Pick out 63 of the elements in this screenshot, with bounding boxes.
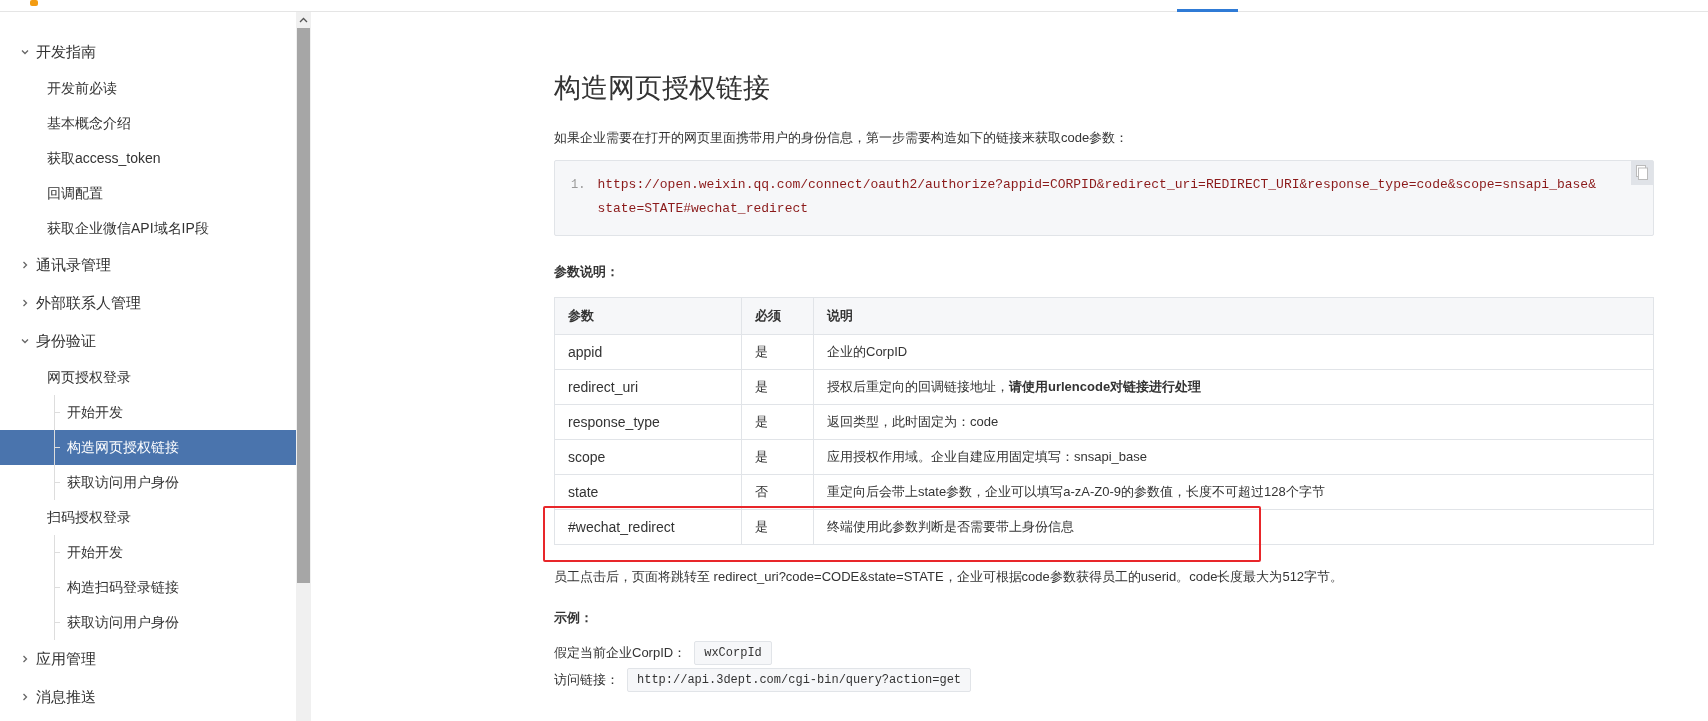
table-cell: 是 (741, 439, 814, 475)
sidebar-group[interactable]: 应用管理 (0, 640, 296, 678)
example-label: 假定当前企业CorpID： (554, 644, 687, 663)
chevron-right-icon (20, 692, 30, 702)
code-text: https://open.weixin.qq.com/connect/oauth2/authorize?appid=CORPID&redirect_uri=REDIRECT_URI&response_type=code&scope=snsapi_base&state=STATE#wechat_redirect (597, 175, 1596, 218)
scrollbar-thumb[interactable] (297, 28, 310, 583)
scrollbar[interactable] (296, 12, 311, 721)
chevron-down-icon (20, 336, 30, 346)
chevron-right-icon (20, 298, 30, 308)
table-cell: 返回类型，此时固定为：code (813, 404, 1654, 440)
table-cell: 是 (741, 509, 814, 545)
column-header: 参数 (554, 297, 742, 335)
table-cell: appid (554, 334, 742, 370)
tab-indicator (1177, 9, 1238, 12)
sidebar-item[interactable]: 基本概念介绍 (0, 106, 296, 141)
copy-button[interactable] (1631, 160, 1653, 185)
sidebar-item[interactable]: 构造扫码登录链接 (0, 570, 296, 605)
section-heading: 参数说明： (554, 262, 620, 281)
sidebar-group[interactable]: 身份验证 (0, 322, 296, 360)
sidebar-item[interactable]: 获取企业微信API域名IP段 (0, 211, 296, 246)
inline-code: http://api.3dept.com/cgi-bin/query?action=get (627, 668, 972, 692)
sidebar-item[interactable]: 构造网页授权链接 (0, 430, 296, 465)
sidebar-item[interactable]: 获取access_token (0, 141, 296, 176)
line-number: 1. (571, 176, 586, 194)
sidebar-group[interactable]: 开发指南 (0, 33, 296, 71)
scroll-up-icon[interactable] (299, 17, 308, 23)
logo-icon (30, 0, 38, 6)
sidebar-item[interactable]: 开发前必读 (0, 71, 296, 106)
sidebar-item[interactable]: 获取访问用户身份 (0, 605, 296, 640)
table-cell: response_type (554, 404, 742, 440)
table-cell: 授权后重定向的回调链接地址，请使用urlencode对链接进行处理 (813, 369, 1654, 405)
sidebar-item[interactable]: 开始开发 (0, 535, 296, 570)
table-cell: 终端使用此参数判断是否需要带上身份信息 (813, 509, 1654, 545)
sidebar-item[interactable]: 扫码授权登录 (0, 500, 296, 535)
table-cell: scope (554, 439, 742, 475)
table-cell: 重定向后会带上state参数，企业可以填写a-zA-Z0-9的参数值，长度不可超过128个字节 (813, 474, 1654, 510)
sidebar-item[interactable]: 回调配置 (0, 176, 296, 211)
chevron-right-icon (20, 654, 30, 664)
table-cell: redirect_uri (554, 369, 742, 405)
intro-text: 如果企业需要在打开的网页里面携带用户的身份信息，第一步需要构造如下的链接来获取code参数： (554, 129, 1130, 147)
sidebar-group[interactable]: 通讯录管理 (0, 246, 296, 284)
sidebar-group[interactable]: 外部联系人管理 (0, 284, 296, 322)
inline-code: wxCorpId (694, 641, 772, 665)
table-cell: 是 (741, 404, 814, 440)
table-cell: 企业的CorpID (813, 334, 1654, 370)
section-heading: 示例： (554, 608, 594, 627)
sidebar-item[interactable]: 开始开发 (0, 395, 296, 430)
result-text: 员工点击后，页面将跳转至 redirect_uri?code=CODE&state=STATE，企业可根据code参数获得员工的userid。code长度最大为512字节。 (554, 568, 1345, 586)
chevron-down-icon (20, 47, 30, 57)
sidebar-group[interactable]: 消息推送 (0, 678, 296, 716)
table-cell: state (554, 474, 742, 510)
table-cell: 否 (741, 474, 814, 510)
table-cell: 是 (741, 334, 814, 370)
example-label: 访问链接： (554, 671, 619, 690)
sidebar-item[interactable]: 获取访问用户身份 (0, 465, 296, 500)
chevron-right-icon (20, 260, 30, 270)
table-cell: 是 (741, 369, 814, 405)
column-header: 说明 (813, 297, 1654, 335)
page-title: 构造网页授权链接 (554, 72, 771, 105)
sidebar-item[interactable]: 网页授权登录 (0, 360, 296, 395)
copy-icon (1636, 165, 1648, 180)
table-cell: 应用授权作用域。企业自建应用固定填写：snsapi_base (813, 439, 1654, 475)
column-header: 必须 (741, 297, 814, 335)
